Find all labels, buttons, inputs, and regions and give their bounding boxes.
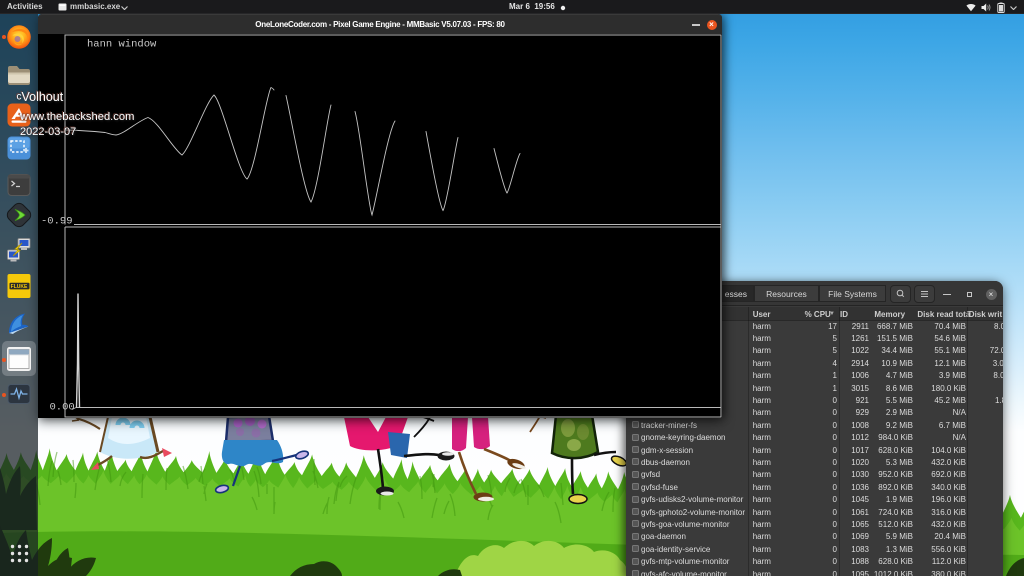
svg-text:0.00: 0.00 — [50, 401, 75, 413]
svg-text:hann window: hann window — [87, 38, 157, 50]
svg-text:-0.99: -0.99 — [41, 215, 73, 227]
svg-text:FLUKE: FLUKE — [11, 284, 28, 290]
